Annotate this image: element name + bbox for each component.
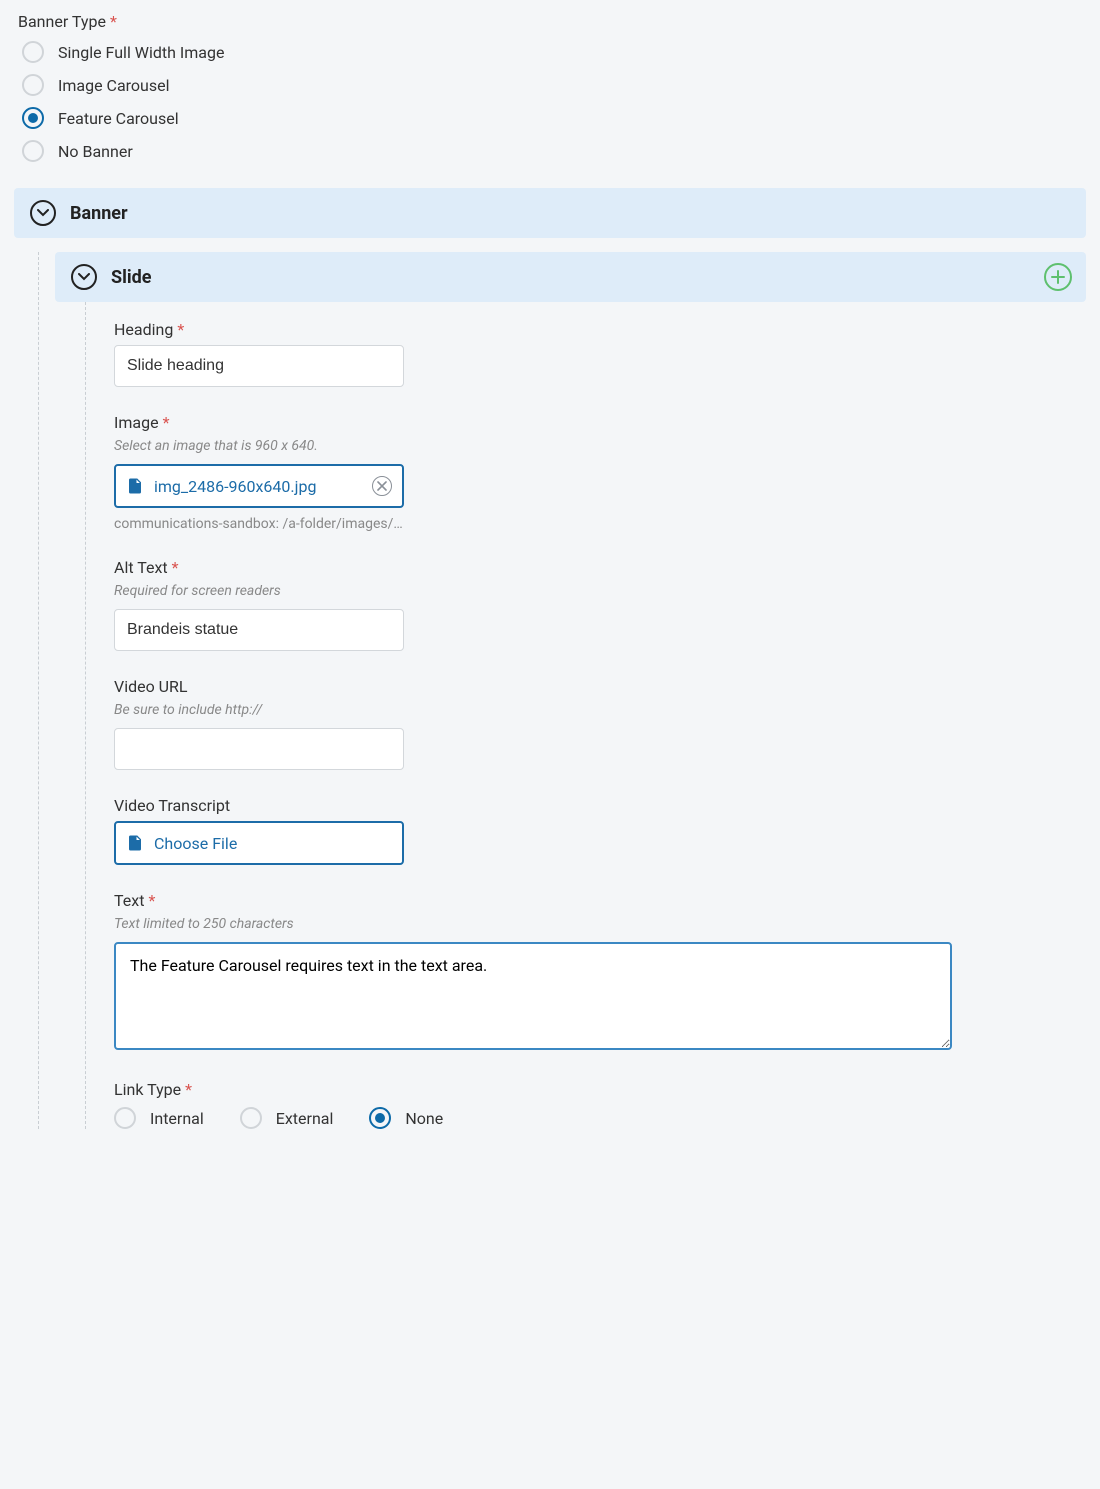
radio-label: Feature Carousel: [58, 109, 179, 128]
banner-section-header: Banner: [14, 188, 1086, 238]
link-type-radio-external[interactable]: External: [240, 1107, 334, 1129]
radio-icon: [22, 41, 44, 63]
text-hint: Text limited to 250 characters: [114, 916, 1086, 932]
slide-collapse-toggle[interactable]: [71, 264, 97, 290]
image-clear-button[interactable]: [372, 476, 392, 496]
image-path: communications-sandbox: /a-folder/images…: [114, 516, 1086, 532]
video-transcript-file-picker[interactable]: Choose File: [114, 821, 404, 865]
video-url-hint: Be sure to include http://: [114, 702, 1086, 718]
radio-icon: [240, 1107, 262, 1129]
radio-icon: [22, 107, 44, 129]
plus-icon: [1051, 270, 1065, 284]
radio-label: No Banner: [58, 142, 133, 161]
add-slide-button[interactable]: [1044, 263, 1072, 291]
banner-type-radio-image-carousel[interactable]: Image Carousel: [22, 74, 1086, 96]
heading-label: Heading*: [114, 320, 1086, 339]
radio-icon: [369, 1107, 391, 1129]
banner-section-title: Banner: [70, 203, 128, 224]
radio-icon: [22, 140, 44, 162]
close-icon: [377, 481, 387, 491]
image-file-picker[interactable]: img_2486-960x640.jpg: [114, 464, 404, 508]
choose-file-label: Choose File: [154, 834, 392, 853]
radio-label: External: [276, 1109, 334, 1128]
alt-text-label: Alt Text*: [114, 558, 1086, 577]
link-type-radio-internal[interactable]: Internal: [114, 1107, 204, 1129]
link-type-radio-none[interactable]: None: [369, 1107, 443, 1129]
banner-type-radio-no-banner[interactable]: No Banner: [22, 140, 1086, 162]
file-image-icon: [126, 477, 144, 495]
heading-input[interactable]: [114, 345, 404, 387]
radio-label: None: [405, 1109, 443, 1128]
image-hint: Select an image that is 960 x 640.: [114, 438, 1086, 454]
text-textarea[interactable]: [114, 942, 952, 1050]
radio-label: Internal: [150, 1109, 204, 1128]
alt-text-hint: Required for screen readers: [114, 583, 1086, 599]
chevron-down-icon: [78, 273, 90, 281]
chevron-down-icon: [37, 209, 49, 217]
text-label: Text*: [114, 891, 1086, 910]
radio-label: Single Full Width Image: [58, 43, 224, 62]
video-url-input[interactable]: [114, 728, 404, 770]
link-type-radio-group: Internal External None: [114, 1107, 1086, 1129]
file-image-icon: [126, 834, 144, 852]
slide-section-title: Slide: [111, 267, 151, 288]
video-url-label: Video URL: [114, 677, 1086, 696]
video-transcript-label: Video Transcript: [114, 796, 1086, 815]
radio-icon: [22, 74, 44, 96]
banner-type-radio-single-full-width-image[interactable]: Single Full Width Image: [22, 41, 1086, 63]
alt-text-input[interactable]: [114, 609, 404, 651]
banner-collapse-toggle[interactable]: [30, 200, 56, 226]
link-type-label: Link Type*: [114, 1080, 1086, 1099]
image-filename: img_2486-960x640.jpg: [154, 477, 372, 496]
banner-type-radio-feature-carousel[interactable]: Feature Carousel: [22, 107, 1086, 129]
radio-icon: [114, 1107, 136, 1129]
slide-section-header: Slide: [55, 252, 1086, 302]
image-label: Image*: [114, 413, 1086, 432]
banner-type-label: Banner Type*: [18, 12, 1086, 31]
radio-label: Image Carousel: [58, 76, 169, 95]
banner-type-radio-group: Single Full Width Image Image Carousel Fea…: [22, 41, 1086, 162]
